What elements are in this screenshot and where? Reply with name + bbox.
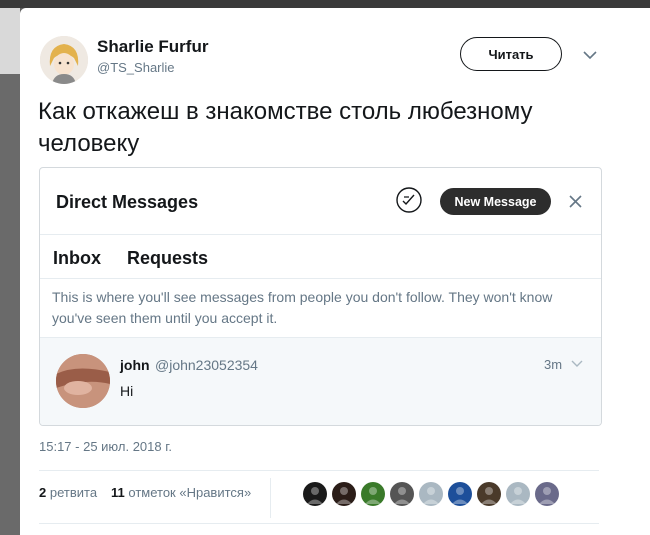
background-side-panel [0, 8, 20, 74]
attached-image[interactable]: Direct Messages New Message Inbox Reques… [39, 167, 602, 426]
tweet-timestamp[interactable]: 15:17 - 25 июл. 2018 г. [39, 439, 172, 454]
conversation-item: john @john23052354 3m Hi [40, 338, 601, 425]
conversation-preview: Hi [120, 383, 134, 399]
mark-all-read-icon [396, 187, 422, 213]
liker-avatar[interactable] [303, 482, 327, 506]
liker-avatar[interactable] [506, 482, 530, 506]
divider [270, 478, 271, 518]
background-side [0, 8, 20, 535]
liker-avatar[interactable] [448, 482, 472, 506]
likes-stat[interactable]: 11 отметок «Нравится» [111, 485, 251, 500]
conversation-time: 3m [544, 357, 563, 372]
author-handle[interactable]: @TS_Sharlie [97, 60, 175, 75]
liker-avatar[interactable] [477, 482, 501, 506]
new-message-button: New Message [440, 188, 551, 215]
requests-info-text: This is where you'll see messages from p… [52, 289, 553, 326]
close-icon [569, 195, 582, 208]
author-avatar[interactable] [40, 36, 88, 84]
retweets-count: 2 [39, 485, 47, 500]
divider [39, 523, 599, 524]
liker-avatar[interactable] [390, 482, 414, 506]
likes-label: отметок «Нравится» [128, 485, 252, 500]
author-display-name[interactable]: Sharlie Furfur [97, 37, 208, 57]
liker-avatar[interactable] [535, 482, 559, 506]
tab-requests: Requests [127, 248, 209, 268]
background-top-bar [0, 0, 650, 8]
divider [40, 234, 601, 235]
tweet-text: Как откажеш в знакомстве столь любезному… [38, 98, 533, 157]
chevron-down-icon [571, 360, 583, 367]
likes-count: 11 [111, 485, 125, 500]
divider [40, 278, 601, 279]
chevron-down-icon[interactable] [583, 50, 597, 60]
conversation-name: john [120, 357, 150, 373]
follow-button[interactable]: Читать [460, 37, 562, 71]
retweets-label: ретвита [49, 485, 98, 500]
retweets-stat[interactable]: 2 ретвита [39, 485, 97, 500]
dm-title: Direct Messages [56, 192, 199, 212]
liker-avatar[interactable] [419, 482, 443, 506]
liker-avatar[interactable] [361, 482, 385, 506]
divider [39, 470, 599, 471]
liker-avatar[interactable] [332, 482, 356, 506]
tab-inbox: Inbox [53, 248, 101, 268]
conversation-handle: @john23052354 [155, 357, 258, 373]
conversation-avatar [56, 354, 110, 408]
